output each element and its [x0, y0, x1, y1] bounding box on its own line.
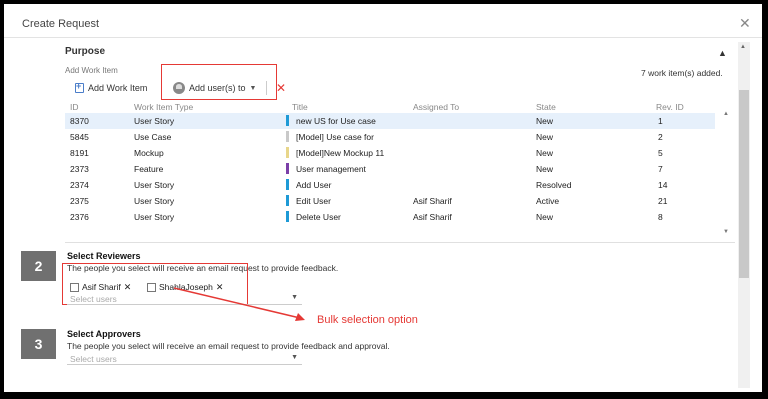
table-row[interactable]: 2375 User Story Edit User Asif Sharif Ac… — [65, 193, 715, 209]
scroll-up-icon[interactable]: ▲ — [740, 44, 746, 50]
col-header-id[interactable]: ID — [70, 102, 79, 112]
cell-state: New — [536, 164, 554, 174]
reviewers-select-placeholder: Select users — [70, 294, 117, 304]
dialog-scrollbar[interactable]: ▲ — [738, 42, 750, 388]
add-work-item-label: Add Work Item — [65, 66, 118, 75]
cell-state: New — [536, 132, 554, 142]
delete-icon[interactable]: ✕ — [276, 80, 286, 96]
cell-title: [Model] Use case for — [296, 132, 374, 142]
cell-id: 2376 — [70, 212, 89, 222]
table-row[interactable]: 2374 User Story Add User Resolved 14 — [65, 177, 715, 193]
cell-type: Mockup — [134, 148, 164, 158]
reviewers-heading: Select Reviewers — [67, 251, 141, 261]
col-header-assigned[interactable]: Assigned To — [413, 102, 459, 112]
collapse-icon[interactable]: ▲ — [718, 48, 727, 58]
cell-id: 5845 — [70, 132, 89, 142]
title-divider — [4, 37, 762, 38]
add-work-item-button[interactable]: Add Work Item — [75, 80, 147, 96]
remove-icon[interactable]: ✕ — [124, 282, 132, 293]
col-header-state[interactable]: State — [536, 102, 556, 112]
scroll-down-icon[interactable]: ▼ — [723, 229, 729, 235]
toolbar-separator — [266, 81, 267, 95]
cell-rev: 7 — [658, 164, 663, 174]
cell-id: 2375 — [70, 196, 89, 206]
purpose-heading: Purpose — [65, 46, 106, 57]
cell-assigned: Asif Sharif — [413, 196, 452, 206]
cell-type: Feature — [134, 164, 164, 174]
type-color-bar — [286, 131, 289, 142]
cell-title: [Model]New Mockup 11 — [296, 148, 385, 158]
bulk-selection-annotation: Bulk selection option — [317, 314, 418, 326]
grid-scrollbar[interactable]: ▲ ▼ — [721, 111, 733, 241]
cell-title: User management — [296, 164, 366, 174]
cell-type: User Story — [134, 196, 175, 206]
chevron-down-icon: ▼ — [249, 84, 257, 92]
cell-rev: 1 — [658, 116, 663, 126]
cell-id: 2373 — [70, 164, 89, 174]
create-request-dialog: Create Request ✕ Purpose ▲ Add Work Item… — [4, 4, 762, 392]
reviewer-chip-label: Asif Sharif — [82, 282, 121, 292]
chevron-down-icon: ▼ — [291, 354, 298, 361]
table-row[interactable]: 5845 Use Case [Model] Use case for New 2 — [65, 129, 715, 145]
approvers-heading: Select Approvers — [67, 329, 141, 339]
cell-id: 2374 — [70, 180, 89, 190]
table-row[interactable]: 2373 Feature User management New 7 — [65, 161, 715, 177]
grid-bottom-divider — [65, 242, 735, 243]
approvers-select-placeholder: Select users — [70, 354, 117, 364]
work-item-count: 7 work item(s) added. — [641, 68, 723, 78]
type-color-bar — [286, 147, 289, 158]
type-color-bar — [286, 195, 289, 206]
add-users-button-label: Add user(s) to — [189, 83, 246, 93]
type-color-bar — [286, 179, 289, 190]
cell-state: Active — [536, 196, 560, 206]
cell-title: new US for Use case — [296, 116, 376, 126]
cell-type: User Story — [134, 212, 175, 222]
table-row[interactable]: 8191 Mockup [Model]New Mockup 11 New 5 — [65, 145, 715, 161]
cell-id: 8370 — [70, 116, 89, 126]
add-work-item-button-label: Add Work Item — [88, 83, 148, 93]
cell-type: User Story — [134, 180, 175, 190]
close-icon[interactable]: ✕ — [739, 16, 751, 30]
cell-rev: 5 — [658, 148, 663, 158]
step-badge-3: 3 — [21, 329, 56, 359]
col-header-rev[interactable]: Rev. ID — [656, 102, 684, 112]
reviewer-checkbox[interactable] — [70, 282, 79, 292]
reviewer-checkbox[interactable] — [147, 282, 156, 292]
cell-assigned: Asif Sharif — [413, 212, 452, 222]
add-users-button[interactable]: Add user(s) to ▼ — [173, 80, 256, 96]
type-color-bar — [286, 211, 289, 222]
type-color-bar — [286, 163, 289, 174]
approvers-select[interactable]: Select users ▼ — [67, 352, 302, 365]
cell-type: Use Case — [134, 132, 172, 142]
table-row[interactable]: 2376 User Story Delete User Asif Sharif … — [65, 209, 715, 225]
cell-type: User Story — [134, 116, 175, 126]
cell-rev: 8 — [658, 212, 663, 222]
col-header-type[interactable]: Work Item Type — [134, 102, 193, 112]
table-row[interactable]: 8370 User Story new US for Use case New … — [65, 113, 715, 129]
scroll-up-icon[interactable]: ▲ — [723, 111, 729, 117]
cell-rev: 2 — [658, 132, 663, 142]
cell-id: 8191 — [70, 148, 89, 158]
cell-state: New — [536, 212, 554, 222]
annotation-arrow — [173, 287, 305, 321]
scrollbar-thumb[interactable] — [739, 90, 749, 278]
step-badge-2: 2 — [21, 251, 56, 281]
type-color-bar — [286, 115, 289, 126]
col-header-title[interactable]: Title — [292, 102, 308, 112]
user-icon — [173, 82, 185, 94]
dialog-title: Create Request — [22, 18, 100, 30]
cell-rev: 21 — [658, 196, 668, 206]
cell-title: Add User — [296, 180, 332, 190]
approvers-description: The people you select will receive an em… — [67, 341, 390, 351]
cell-state: New — [536, 148, 554, 158]
add-work-item-icon — [75, 81, 84, 93]
cell-rev: 14 — [658, 180, 668, 190]
cell-title: Edit User — [296, 196, 331, 206]
cell-state: Resolved — [536, 180, 572, 190]
cell-state: New — [536, 116, 554, 126]
cell-title: Delete User — [296, 212, 341, 222]
